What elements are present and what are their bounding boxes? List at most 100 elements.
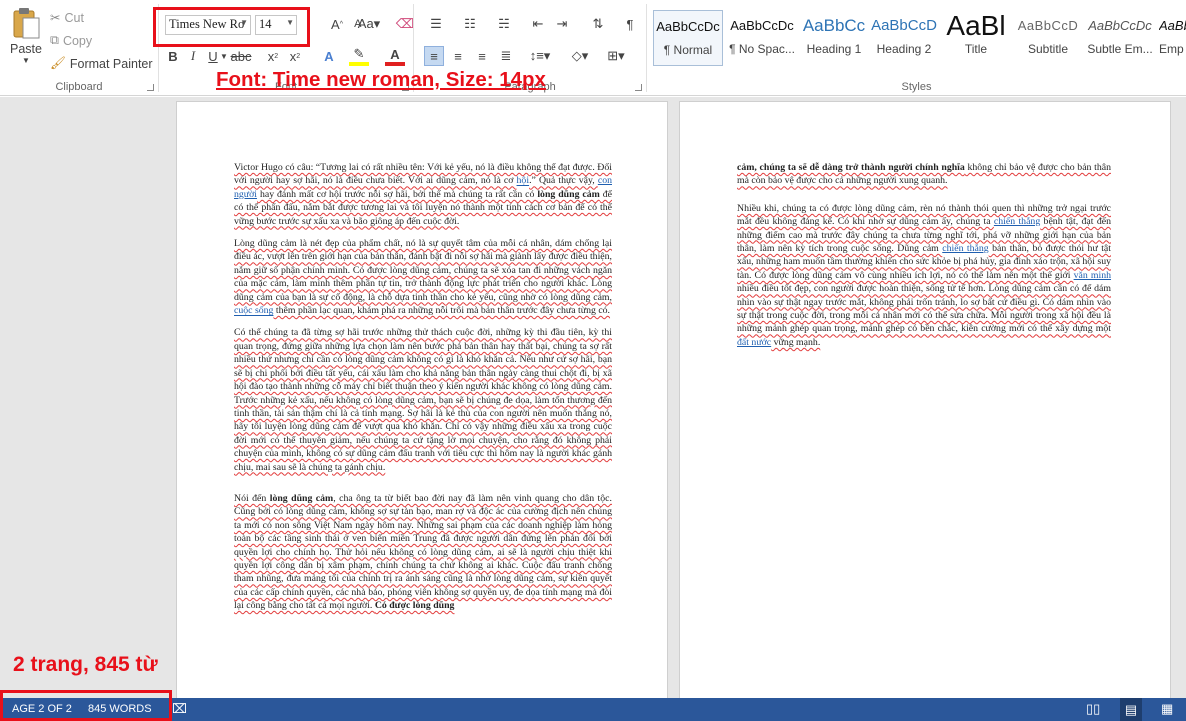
multilevel-list-button[interactable]: ☵ xyxy=(494,14,514,34)
link-cuoc-song[interactable]: cuộc sống xyxy=(234,305,273,316)
bullets-button[interactable]: ☰ xyxy=(426,14,446,34)
style-title[interactable]: AaBl Title xyxy=(941,10,1011,66)
styles-group: AaBbCcDc ¶ Normal AaBbCcDc ¶ No Spac... … xyxy=(647,0,1186,96)
align-center-button[interactable]: ≡ xyxy=(448,46,468,66)
clipboard-dialog-launcher[interactable] xyxy=(147,84,154,91)
style-heading-1[interactable]: AaBbCc Heading 1 xyxy=(799,10,869,66)
copy-label: Copy xyxy=(62,33,93,48)
page-2-body: cảm, chúng ta sẽ dễ dàng trở thành người… xyxy=(737,161,1111,358)
style-preview: AaBbCcDc xyxy=(1088,18,1152,33)
bold-run: lòng dũng cảm xyxy=(537,188,600,200)
style-preview: AaBbCcD xyxy=(871,17,937,34)
status-annotation-box xyxy=(0,690,172,721)
proofing-icon[interactable]: ⌧ xyxy=(172,701,187,717)
style-name: Emp xyxy=(1159,42,1184,56)
status-bar: AGE 2 OF 2 845 WORDS ⌧ ▯▯ ▤ ▦ xyxy=(0,698,1186,721)
text-run: Có thể chúng ta đã từng sợ hãi trước nhữ… xyxy=(234,327,612,473)
text-run: nhiều điều tốt đẹp, con người được hoàn … xyxy=(737,283,1111,335)
styles-group-label: Styles xyxy=(901,81,932,93)
sort-button[interactable]: ⇅ xyxy=(588,14,608,34)
justify-button[interactable]: ≣ xyxy=(496,46,516,66)
read-mode-icon[interactable]: ▯▯ xyxy=(1086,701,1100,717)
underline-dropdown[interactable]: ▼ xyxy=(219,46,229,66)
web-layout-icon[interactable]: ▦ xyxy=(1161,701,1173,717)
borders-button[interactable]: ⊞▾ xyxy=(602,46,630,66)
clipboard-group: Paste ▼ ✂ Cut ⧉ Copy 🖌 Format Painter Cl… xyxy=(0,0,158,96)
style-subtitle[interactable]: AaBbCcD Subtitle xyxy=(1013,10,1083,66)
paragraph-dialog-launcher[interactable] xyxy=(635,84,642,91)
text-run: Nói đến xyxy=(234,492,270,504)
text-run: hay đánh mất cơ hội trước nỗi sợ hãi, bở… xyxy=(257,188,538,200)
style-preview: AaBbCcDc xyxy=(730,18,794,33)
shading-button[interactable]: ◇▾ xyxy=(566,46,594,66)
font-annotation-box xyxy=(153,7,310,47)
style-no-spacing[interactable]: AaBbCcDc ¶ No Spac... xyxy=(727,10,797,66)
style-name: Subtitle xyxy=(1027,42,1069,56)
style-name: Title xyxy=(964,42,988,56)
copy-button[interactable]: ⧉ Copy xyxy=(50,33,92,48)
link-chien-thang[interactable]: chiến thắng xyxy=(994,216,1040,227)
paragraph: Có thể chúng ta đã từng sợ hãi trước nhữ… xyxy=(234,326,612,473)
align-right-button[interactable]: ≡ xyxy=(472,46,492,66)
bold-button[interactable]: B xyxy=(163,46,183,66)
grow-font-button[interactable]: A ^ xyxy=(327,14,347,34)
link-chien-thang[interactable]: chiến thắng xyxy=(942,243,988,254)
cut-button[interactable]: ✂ Cut xyxy=(50,10,84,26)
format-painter-button[interactable]: 🖌 Format Painter xyxy=(50,56,153,71)
link-hoi[interactable]: hội xyxy=(517,175,530,186)
text-run: , cha ông ta từ biết bao đời nay đã làm … xyxy=(234,492,612,612)
style-name: Subtle Em... xyxy=(1087,42,1153,56)
page-1-body: Victor Hugo có câu: “Tương lai có rất nh… xyxy=(234,161,612,622)
format-painter-label: Format Painter xyxy=(69,56,153,71)
text-run: .” Quả thực vậy, xyxy=(529,175,598,187)
style-name: ¶ Normal xyxy=(663,43,713,57)
page-1[interactable]: Victor Hugo có câu: “Tương lai có rất nh… xyxy=(176,101,668,698)
paintbrush-icon: 🖌 xyxy=(50,56,66,70)
line-spacing-button[interactable]: ↕≡▾ xyxy=(526,46,554,66)
italic-button[interactable]: I xyxy=(183,46,203,66)
bold-run: Có được lòng dũng xyxy=(374,600,455,612)
text-effects-button[interactable]: A xyxy=(319,46,339,66)
style-name: Heading 1 xyxy=(806,42,862,56)
style-preview: AaBbCcD xyxy=(1017,18,1079,33)
document-canvas[interactable]: Victor Hugo có câu: “Tương lai có rất nh… xyxy=(0,97,1186,698)
decrease-indent-button[interactable]: ⇤ xyxy=(528,14,548,34)
chevron-down-icon: ▼ xyxy=(22,56,30,65)
text-run: Lòng dũng cảm là nét đẹp của phẩm chất, … xyxy=(234,238,612,303)
paragraph: Victor Hugo có câu: “Tương lai có rất nh… xyxy=(234,161,612,228)
strikethrough-button[interactable]: abc xyxy=(231,46,252,66)
scissors-icon: ✂ xyxy=(50,11,61,25)
print-layout-icon[interactable]: ▤ xyxy=(1120,698,1142,721)
style-preview: AaBl xyxy=(946,10,1006,41)
superscript-button[interactable]: x2 xyxy=(285,46,305,66)
change-case-button[interactable]: Aa▾ xyxy=(355,14,383,34)
text-run: vững mạnh. xyxy=(771,336,821,348)
subscript-button[interactable]: x2 xyxy=(263,46,283,66)
page-2[interactable]: cảm, chúng ta sẽ dễ dàng trở thành người… xyxy=(679,101,1171,698)
style-name: ¶ No Spac... xyxy=(729,42,795,56)
font-color-button[interactable]: A xyxy=(385,46,405,66)
bold-run: cảm, chúng ta sẽ dễ dàng trở thành người… xyxy=(737,162,965,173)
numbering-button[interactable]: ☷ xyxy=(460,14,480,34)
clear-formatting-button[interactable]: ⌫ xyxy=(395,14,415,34)
paragraph: Lòng dũng cảm là nét đẹp của phẩm chất, … xyxy=(234,237,612,317)
link-van-minh[interactable]: văn minh xyxy=(1074,270,1111,281)
clipboard-group-label: Clipboard xyxy=(55,81,103,93)
paste-button[interactable]: Paste ▼ xyxy=(6,6,46,76)
cut-label: Cut xyxy=(64,10,84,25)
bold-run: lòng dũng cảm xyxy=(269,492,334,504)
paste-label: Paste xyxy=(10,42,42,56)
highlight-color-button[interactable]: ✎ xyxy=(349,46,369,66)
style-emphasis[interactable]: AaBbCcDc Emp xyxy=(1159,10,1186,66)
align-left-button[interactable]: ≡ xyxy=(424,46,444,66)
increase-indent-button[interactable]: ⇥ xyxy=(552,14,572,34)
style-normal[interactable]: AaBbCcDc ¶ Normal xyxy=(653,10,723,66)
style-heading-2[interactable]: AaBbCcD Heading 2 xyxy=(869,10,939,66)
paragraph: cảm, chúng ta sẽ dễ dàng trở thành người… xyxy=(737,161,1111,188)
paragraph: Nói đến lòng dũng cảm, cha ông ta từ biế… xyxy=(234,492,612,613)
show-marks-button[interactable]: ¶ xyxy=(620,14,640,34)
text-run: thêm phần lạc quan, khám phá ra những nỗ… xyxy=(273,305,611,317)
link-dat-nuoc[interactable]: đất nước xyxy=(737,337,771,348)
style-preview: AaBbCcDc xyxy=(1159,18,1186,33)
style-subtle-emphasis[interactable]: AaBbCcDc Subtle Em... xyxy=(1085,10,1155,66)
